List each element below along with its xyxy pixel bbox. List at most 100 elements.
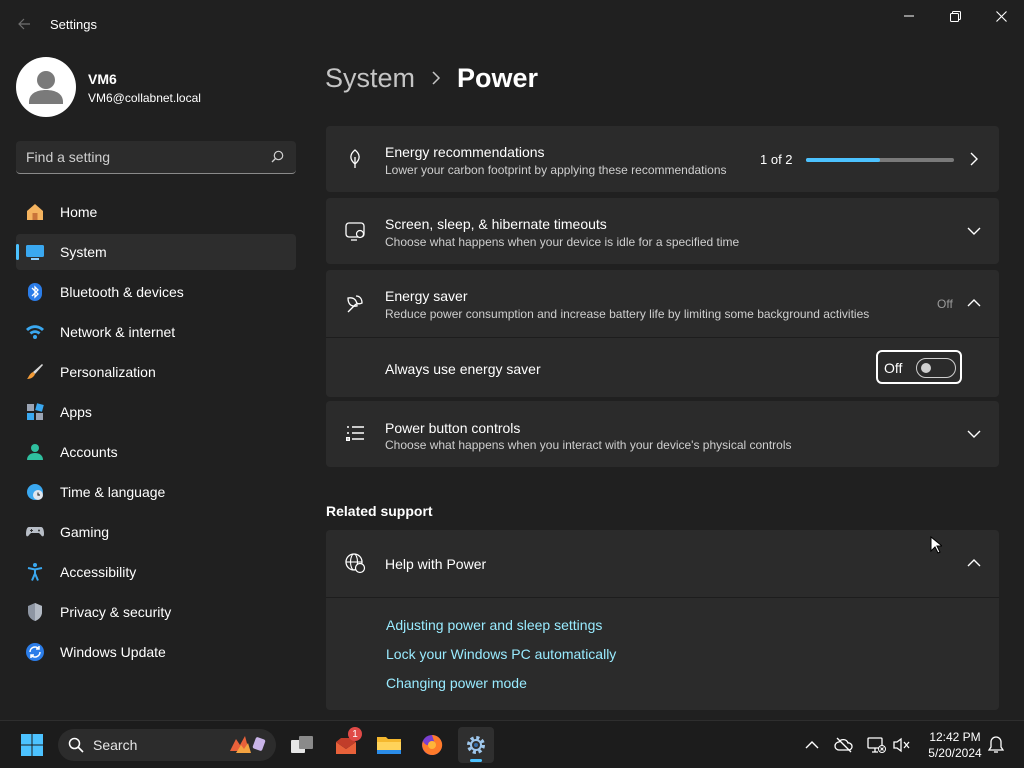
progress-fill	[806, 158, 880, 162]
bluetooth-icon	[28, 283, 42, 301]
start-button[interactable]	[14, 727, 50, 763]
restore-button[interactable]	[932, 4, 978, 28]
network-offline-icon	[867, 737, 886, 753]
mouse-cursor-icon	[930, 536, 942, 554]
card-description: Reduce power consumption and increase ba…	[385, 307, 870, 321]
settings-search[interactable]	[16, 141, 296, 174]
profile-email: VM6@collabnet.local	[88, 91, 201, 105]
taskbar-search[interactable]: Search	[58, 729, 276, 761]
sidebar-item-label: Apps	[60, 404, 92, 420]
search-highlight-icon	[230, 736, 266, 753]
chevron-up-icon	[967, 299, 981, 307]
windows-logo-icon	[21, 734, 43, 756]
chevron-up-icon	[805, 741, 819, 749]
show-hidden-icons-button[interactable]	[802, 735, 822, 755]
shield-icon	[28, 603, 42, 621]
sidebar-item-label: Time & language	[60, 484, 166, 500]
help-link[interactable]: Adjusting power and sleep settings	[386, 617, 602, 633]
sidebar-item-label: Personalization	[60, 364, 156, 380]
sidebar-item-network[interactable]: Network & internet	[16, 314, 296, 350]
breadcrumb: System Power	[325, 58, 538, 98]
close-button[interactable]	[978, 4, 1024, 28]
volume-button[interactable]	[892, 735, 912, 755]
person-icon	[29, 71, 63, 104]
sidebar-item-privacy[interactable]: Privacy & security	[16, 594, 296, 630]
page-title: Power	[457, 62, 539, 93]
bell-icon	[988, 736, 1004, 753]
energy-saver-toggle[interactable]	[916, 358, 956, 378]
card-description: Choose what happens when you interact wi…	[385, 438, 792, 452]
breadcrumb-parent[interactable]: System	[325, 63, 415, 94]
leaf-icon	[350, 149, 360, 168]
toggle-state-label: Off	[884, 360, 903, 376]
energy-saver-card[interactable]: Energy saver Reduce power consumption an…	[326, 270, 999, 337]
sidebar-item-label: Windows Update	[60, 644, 166, 660]
sidebar-item-system[interactable]: System	[16, 234, 296, 270]
gaming-icon	[26, 527, 44, 537]
recommendation-progress-bar	[806, 158, 954, 162]
avatar	[16, 57, 76, 117]
screen-sleep-card[interactable]: Screen, sleep, & hibernate timeouts Choo…	[326, 198, 999, 264]
mail-app-button[interactable]: 1	[328, 727, 364, 763]
sidebar-item-accessibility[interactable]: Accessibility	[16, 554, 296, 590]
firefox-button[interactable]	[414, 727, 450, 763]
profile-name: VM6	[88, 71, 117, 87]
help-link[interactable]: Lock your Windows PC automatically	[386, 646, 616, 662]
sidebar-item-apps[interactable]: Apps	[16, 394, 296, 430]
sidebar-item-time-language[interactable]: Time & language	[16, 474, 296, 510]
folder-icon	[377, 737, 401, 754]
brush-icon	[27, 364, 43, 379]
globe-help-icon	[345, 553, 366, 574]
sidebar-item-label: Network & internet	[60, 324, 176, 340]
system-clock[interactable]: 12:42 PM 5/20/2024	[918, 729, 992, 761]
sidebar-item-label: System	[60, 244, 107, 260]
accessibility-icon	[27, 563, 43, 581]
energy-saver-toggle-focus[interactable]: Off	[876, 350, 962, 384]
user-profile[interactable]: VM6 VM6@collabnet.local	[16, 57, 296, 117]
sidebar-item-label: Gaming	[60, 524, 110, 540]
sidebar-item-personalization[interactable]: Personalization	[16, 354, 296, 390]
power-button-card[interactable]: Power button controls Choose what happen…	[326, 401, 999, 467]
search-input[interactable]	[16, 141, 264, 173]
volume-muted-icon	[893, 737, 910, 753]
settings-app-button[interactable]	[458, 727, 494, 763]
card-description: Lower your carbon footprint by applying …	[385, 163, 727, 177]
sidebar-nav: Home System Bluetooth & devices Network …	[16, 194, 296, 674]
taskbar: Search 1 12:42 PM 5/20/2024	[0, 720, 1024, 768]
energy-recommendations-card[interactable]: Energy recommendations Lower your carbon…	[326, 126, 999, 192]
sidebar-item-home[interactable]: Home	[16, 194, 296, 230]
sidebar-item-accounts[interactable]: Accounts	[16, 434, 296, 470]
help-link[interactable]: Changing power mode	[386, 675, 527, 691]
sidebar-item-bluetooth[interactable]: Bluetooth & devices	[16, 274, 296, 310]
onedrive-button[interactable]	[834, 735, 854, 755]
windows-update-icon	[26, 643, 44, 661]
apps-icon	[27, 403, 44, 420]
file-explorer-button[interactable]	[371, 727, 407, 763]
related-support-heading: Related support	[326, 503, 433, 519]
time-language-icon	[27, 484, 43, 500]
sidebar-item-gaming[interactable]: Gaming	[16, 514, 296, 550]
sidebar-item-label: Accessibility	[60, 564, 137, 580]
wifi-icon	[26, 325, 44, 339]
task-view-button[interactable]	[284, 727, 320, 763]
sidebar-item-label: Home	[60, 204, 98, 220]
chevron-right-icon	[431, 71, 441, 85]
back-button[interactable]	[10, 12, 38, 36]
notifications-button[interactable]	[986, 735, 1006, 755]
search-icon[interactable]	[271, 150, 284, 163]
card-title: Energy saver	[385, 288, 468, 304]
card-description: Choose what happens when your device is …	[385, 235, 740, 249]
minimize-icon	[904, 15, 914, 17]
gear-icon	[467, 736, 485, 754]
task-view-icon	[291, 736, 313, 753]
close-icon	[995, 10, 1007, 22]
help-with-power-card[interactable]: Help with Power	[326, 530, 999, 597]
always-energy-saver-label: Always use energy saver	[385, 361, 541, 377]
card-title: Help with Power	[385, 556, 487, 572]
minimize-button[interactable]	[886, 4, 932, 28]
sidebar-item-label: Privacy & security	[60, 604, 172, 620]
back-arrow-icon	[18, 18, 30, 30]
sidebar-item-windows-update[interactable]: Windows Update	[16, 634, 296, 670]
network-button[interactable]	[866, 735, 886, 755]
title-bar: Settings	[0, 0, 1024, 48]
